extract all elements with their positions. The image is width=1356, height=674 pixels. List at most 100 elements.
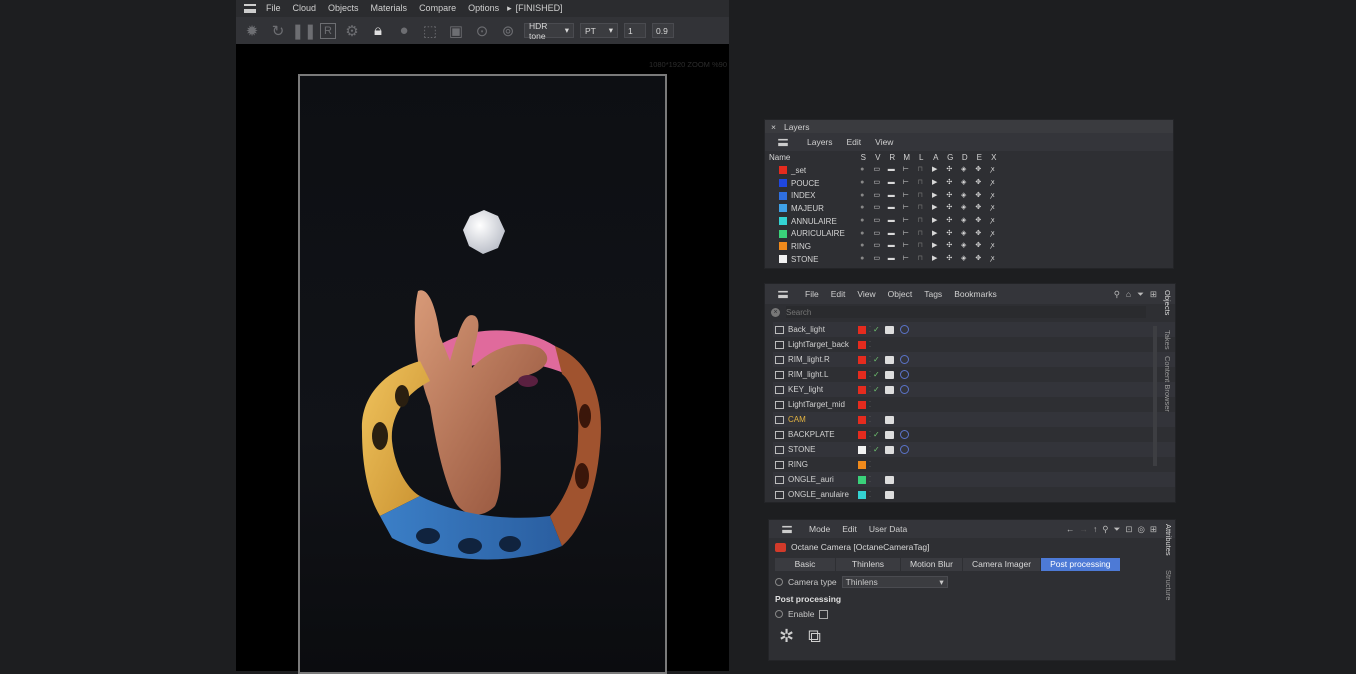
tab-thinlens[interactable]: Thinlens [836, 558, 900, 571]
generators-icon[interactable]: ✣ [942, 204, 957, 212]
xrefs-icon[interactable]: ꭗ [986, 242, 1001, 250]
render-icon[interactable]: ▬ [884, 217, 899, 225]
layer-row[interactable]: STONE ● ▭ ▬ ⊢ ⊓ ▶ ✣ ◈ ✥ ꭗ [765, 253, 1173, 266]
tab-basic[interactable]: Basic [775, 558, 835, 571]
objects-scrollbar[interactable] [1153, 326, 1157, 466]
manager-icon[interactable]: ⊢ [899, 192, 914, 200]
object-row[interactable]: RIM_light.R · · ✓ [773, 352, 1175, 367]
radio-icon[interactable] [775, 578, 783, 586]
pause-icon[interactable]: ❚❚ [291, 21, 316, 41]
animation-icon[interactable]: ▶ [928, 217, 943, 225]
manager-icon[interactable]: ⊢ [899, 255, 914, 263]
layer-color-swatch[interactable] [858, 355, 866, 364]
lock-icon[interactable]: ⊓ [913, 192, 928, 200]
expressions-icon[interactable]: ✥ [971, 230, 986, 238]
render-icon[interactable]: ▬ [884, 179, 899, 187]
xrefs-icon[interactable]: ꭗ [986, 217, 1001, 225]
render-icon[interactable]: ▬ [884, 204, 899, 212]
marker-icon[interactable]: ⊚ [498, 21, 518, 41]
visible-icon[interactable]: ▭ [870, 242, 885, 250]
object-row[interactable]: LightTarget_back · · [773, 337, 1175, 352]
object-row[interactable]: RIM_light.L · · ✓ [773, 367, 1175, 382]
layer-color-swatch[interactable] [779, 217, 787, 226]
visible-icon[interactable]: ▭ [870, 255, 885, 263]
layer-row[interactable]: ANNULAIRE ● ▭ ▬ ⊢ ⊓ ▶ ✣ ◈ ✥ ꭗ [765, 215, 1173, 228]
new-window-icon[interactable]: ⊞ [1150, 289, 1157, 300]
kernel-select[interactable]: PT ▾ [580, 23, 618, 38]
manager-icon[interactable]: ⊢ [899, 217, 914, 225]
generators-icon[interactable]: ✣ [942, 230, 957, 238]
octane-tag-icon[interactable] [900, 325, 909, 334]
lock-icon[interactable]: ⊓ [913, 242, 928, 250]
manager-icon[interactable]: ⊢ [899, 242, 914, 250]
visibility-dots-icon[interactable]: · · [869, 384, 871, 395]
visible-icon[interactable]: ▭ [870, 204, 885, 212]
layer-row[interactable]: _set ● ▭ ▬ ⊢ ⊓ ▶ ✣ ◈ ✥ ꭗ [765, 164, 1173, 177]
new-window-icon[interactable]: ⊞ [1150, 524, 1157, 535]
animation-icon[interactable]: ▶ [928, 204, 943, 212]
layer-color-swatch[interactable] [858, 430, 866, 439]
solo-icon[interactable]: ● [855, 192, 870, 200]
menu-objects[interactable]: Objects [322, 0, 365, 17]
visible-icon[interactable]: ▭ [870, 179, 885, 187]
up-arrow-icon[interactable]: ↑ [1093, 524, 1097, 535]
menu-icon[interactable] [782, 525, 792, 533]
gear-icon[interactable]: ⚙ [342, 21, 362, 41]
layer-color-swatch[interactable] [858, 340, 866, 349]
generators-icon[interactable]: ✣ [942, 179, 957, 187]
tab-camera-imager[interactable]: Camera Imager [963, 558, 1041, 571]
octane-tag-icon[interactable] [900, 445, 909, 454]
object-row[interactable]: STONE · · ✓ [773, 442, 1175, 457]
home-icon[interactable]: ⌂ [1126, 289, 1131, 300]
tab-motion-blur[interactable]: Motion Blur [901, 558, 962, 571]
xrefs-icon[interactable]: ꭗ [986, 166, 1001, 174]
animation-icon[interactable]: ▶ [928, 255, 943, 263]
tag-icon[interactable] [885, 385, 894, 394]
render-icon[interactable]: ▬ [884, 255, 899, 263]
manager-icon[interactable]: ⊢ [899, 230, 914, 238]
visibility-dots-icon[interactable]: · · [869, 339, 871, 350]
menu-options[interactable]: Options [462, 0, 505, 17]
animation-icon[interactable]: ▶ [928, 230, 943, 238]
deformers-icon[interactable]: ◈ [957, 192, 972, 200]
manager-icon[interactable]: ⊢ [899, 166, 914, 174]
menu-icon[interactable] [778, 138, 788, 146]
lock-icon[interactable]: ⊓ [913, 179, 928, 187]
layer-color-swatch[interactable] [858, 460, 866, 469]
object-row[interactable]: RING · · [773, 457, 1175, 472]
side-tab-structure[interactable]: Structure [1164, 570, 1173, 600]
visibility-dots-icon[interactable]: · · [869, 444, 871, 455]
menu-file[interactable]: File [260, 0, 287, 17]
object-row[interactable]: Back_light · · ✓ [773, 322, 1175, 337]
generators-icon[interactable]: ✣ [942, 255, 957, 263]
side-tab-takes[interactable]: Takes [1163, 330, 1172, 350]
layer-row[interactable]: INDEX ● ▭ ▬ ⊢ ⊓ ▶ ✣ ◈ ✥ ꭗ [765, 189, 1173, 202]
object-row[interactable]: ONGLE_auri · · [773, 472, 1175, 487]
tag-icon[interactable] [885, 475, 894, 484]
layer-color-swatch[interactable] [779, 191, 787, 200]
deformers-icon[interactable]: ◈ [957, 242, 972, 250]
lock-icon[interactable]: ⊓ [913, 204, 928, 212]
tag-icon[interactable] [885, 445, 894, 454]
objects-menu-view[interactable]: View [857, 289, 875, 299]
render-icon[interactable]: ▬ [884, 230, 899, 238]
material-ball-icon[interactable]: ● [394, 21, 414, 41]
tag-icon[interactable] [885, 430, 894, 439]
layer-color-swatch[interactable] [779, 204, 787, 213]
camera-type-select[interactable]: Thinlens ▾ [841, 576, 948, 588]
solo-icon[interactable]: ● [855, 204, 870, 212]
lock-icon[interactable]: ⊡ [1125, 524, 1132, 535]
search-icon[interactable]: ⚲ [1102, 524, 1108, 535]
layer-row[interactable]: MAJEUR ● ▭ ▬ ⊢ ⊓ ▶ ✣ ◈ ✥ ꭗ [765, 202, 1173, 215]
expressions-icon[interactable]: ✥ [971, 179, 986, 187]
xrefs-icon[interactable]: ꭗ [986, 192, 1001, 200]
enabled-check-icon[interactable]: ✓ [873, 385, 881, 394]
visibility-dots-icon[interactable]: · · [869, 489, 871, 500]
visible-icon[interactable]: ▭ [870, 230, 885, 238]
animation-icon[interactable]: ▶ [928, 179, 943, 187]
xrefs-icon[interactable]: ꭗ [986, 204, 1001, 212]
object-row[interactable]: KEY_light · · ✓ [773, 382, 1175, 397]
animation-icon[interactable]: ▶ [928, 166, 943, 174]
tag-icon[interactable] [885, 490, 894, 499]
enabled-check-icon[interactable]: ✓ [873, 430, 881, 439]
